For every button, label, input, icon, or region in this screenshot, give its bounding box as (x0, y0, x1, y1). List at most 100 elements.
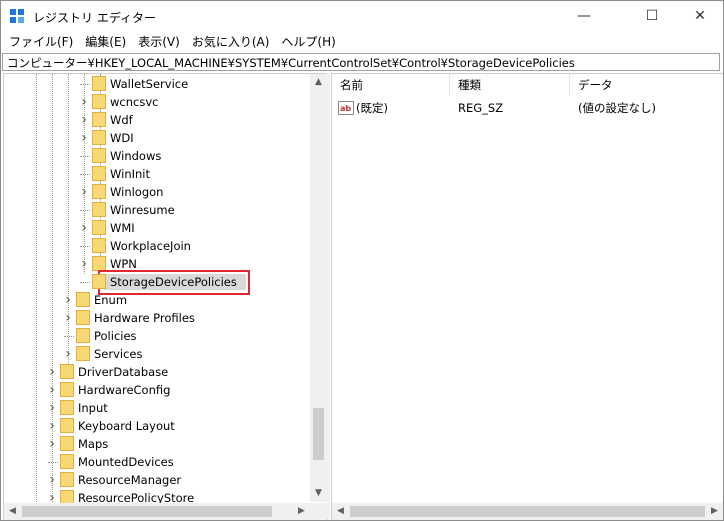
address-bar[interactable]: コンピューター¥HKEY_LOCAL_MACHINE¥SYSTEM¥Curren… (2, 53, 720, 71)
tree-node-label: WMI (110, 221, 135, 235)
tree-node[interactable]: MountedDevices (46, 453, 246, 471)
tree-node-label: Windows (110, 149, 162, 163)
chevron-right-icon[interactable]: › (78, 221, 90, 235)
tree-node-label: Winresume (110, 203, 175, 217)
tree-node[interactable]: WorkplaceJoin (78, 237, 278, 255)
tree-node-label: Maps (78, 437, 109, 451)
svg-text:ab: ab (340, 104, 351, 113)
tree-node[interactable]: WalletService (78, 75, 278, 93)
tree-node[interactable]: › Winlogon (78, 183, 278, 201)
tree-node[interactable]: › Keyboard Layout (46, 417, 246, 435)
scroll-up-arrow-icon[interactable]: ▲ (310, 74, 327, 91)
tree-hscroll-thumb[interactable] (22, 506, 272, 517)
tree-guide-line (80, 84, 90, 85)
tree-pane[interactable]: WalletService › wcncsvc › Wdf › WDI Windows WinI… (3, 73, 328, 520)
tree-node[interactable]: › ResourceManager (46, 471, 246, 489)
tree-node[interactable]: WinInit (78, 165, 278, 183)
tree-node-label: Wdf (110, 113, 133, 127)
values-hscroll-thumb[interactable] (350, 506, 705, 517)
scroll-right-arrow-icon[interactable]: ▶ (293, 503, 310, 520)
folder-icon (92, 256, 106, 271)
chevron-right-icon[interactable]: › (78, 185, 90, 199)
scroll-down-arrow-icon[interactable]: ▼ (310, 485, 327, 502)
tree-node-label: WorkplaceJoin (110, 239, 191, 253)
menu-view[interactable]: 表示(V) (132, 32, 186, 52)
title-bar: レジストリ エディター — ☐ ✕ (1, 1, 723, 31)
value-data: (値の設定なし) (578, 101, 656, 115)
folder-icon (60, 436, 74, 451)
window-title: レジストリ エディター (33, 11, 156, 25)
tree-node-label: Winlogon (110, 185, 164, 199)
tree-node[interactable]: › Hardware Profiles (62, 309, 262, 327)
chevron-right-icon[interactable]: › (46, 401, 58, 415)
scroll-right-arrow-icon[interactable]: ▶ (706, 503, 723, 520)
folder-icon (60, 400, 74, 415)
tree-node[interactable]: › Wdf (78, 111, 278, 129)
folder-icon (92, 184, 106, 199)
tree-node[interactable]: › WDI (78, 129, 278, 147)
tree-guide-line (80, 174, 90, 175)
folder-icon (60, 454, 74, 469)
chevron-right-icon[interactable]: › (78, 257, 90, 271)
column-header-type[interactable]: 種類 (450, 74, 570, 96)
tree-node-label: HardwareConfig (78, 383, 171, 397)
chevron-right-icon[interactable]: › (62, 293, 74, 307)
tree-node-label: Services (94, 347, 143, 361)
ab-string-icon: ab (338, 101, 354, 115)
chevron-right-icon[interactable]: › (62, 311, 74, 325)
menu-edit[interactable]: 編集(E) (79, 32, 132, 52)
scroll-left-arrow-icon[interactable]: ◀ (4, 503, 21, 520)
value-type: REG_SZ (458, 101, 504, 115)
folder-icon (92, 220, 106, 235)
tree-node[interactable]: StorageDevicePolicies (78, 273, 278, 291)
menu-favorites[interactable]: お気に入り(A) (186, 32, 276, 52)
tree-node-label: WDI (110, 131, 134, 145)
tree-node-label: StorageDevicePolicies (110, 275, 237, 289)
tree-node[interactable]: › HardwareConfig (46, 381, 246, 399)
tree-node[interactable]: › Maps (46, 435, 246, 453)
chevron-right-icon[interactable]: › (78, 131, 90, 145)
column-header-name[interactable]: 名前 (332, 74, 450, 96)
folder-icon (60, 472, 74, 487)
tree-node[interactable]: › WMI (78, 219, 278, 237)
tree-vertical-scrollbar[interactable]: ▲ ▼ (310, 74, 327, 502)
close-button[interactable]: ✕ (677, 1, 723, 31)
folder-icon (92, 238, 106, 253)
chevron-right-icon[interactable]: › (62, 347, 74, 361)
tree-node[interactable]: › Enum (62, 291, 262, 309)
values-horizontal-scrollbar[interactable]: ◀ ▶ (332, 503, 723, 520)
menu-help[interactable]: ヘルプ(H) (275, 32, 341, 52)
tree-node[interactable]: Policies (62, 327, 262, 345)
tree-node[interactable]: Windows (78, 147, 278, 165)
tree-node[interactable]: › Input (46, 399, 246, 417)
tree-horizontal-scrollbar[interactable]: ◀ ▶ (4, 503, 327, 520)
chevron-right-icon[interactable]: › (46, 419, 58, 433)
values-pane[interactable]: 名前 種類 データ ab (既定) REG_SZ (値の設定なし) ◀ ▶ (331, 73, 723, 520)
tree-guide-line (36, 74, 37, 514)
pane-splitter[interactable] (327, 73, 330, 519)
chevron-right-icon[interactable]: › (78, 113, 90, 127)
folder-icon (60, 364, 74, 379)
minimize-button[interactable]: — (561, 1, 607, 31)
menu-bar: ファイル(F) 編集(E) 表示(V) お気に入り(A) ヘルプ(H) (1, 32, 342, 52)
folder-icon (76, 292, 90, 307)
scroll-left-arrow-icon[interactable]: ◀ (332, 503, 349, 520)
maximize-button[interactable]: ☐ (629, 1, 675, 31)
registry-editor-window: レジストリ エディター — ☐ ✕ ファイル(F) 編集(E) 表示(V) お気… (0, 0, 724, 521)
folder-icon (92, 202, 106, 217)
tree-node[interactable]: › Services (62, 345, 262, 363)
chevron-right-icon[interactable]: › (46, 383, 58, 397)
chevron-right-icon[interactable]: › (46, 365, 58, 379)
tree-guide-line (80, 210, 90, 211)
tree-node[interactable]: › DriverDatabase (46, 363, 246, 381)
tree-guide-line (80, 156, 90, 157)
column-header-data[interactable]: データ (570, 74, 722, 96)
tree-vscroll-thumb[interactable] (313, 408, 324, 460)
menu-file[interactable]: ファイル(F) (1, 32, 79, 52)
chevron-right-icon[interactable]: › (46, 473, 58, 487)
chevron-right-icon[interactable]: › (78, 95, 90, 109)
folder-icon (76, 346, 90, 361)
tree-node[interactable]: › wcncsvc (78, 93, 278, 111)
chevron-right-icon[interactable]: › (46, 437, 58, 451)
tree-node[interactable]: Winresume (78, 201, 278, 219)
